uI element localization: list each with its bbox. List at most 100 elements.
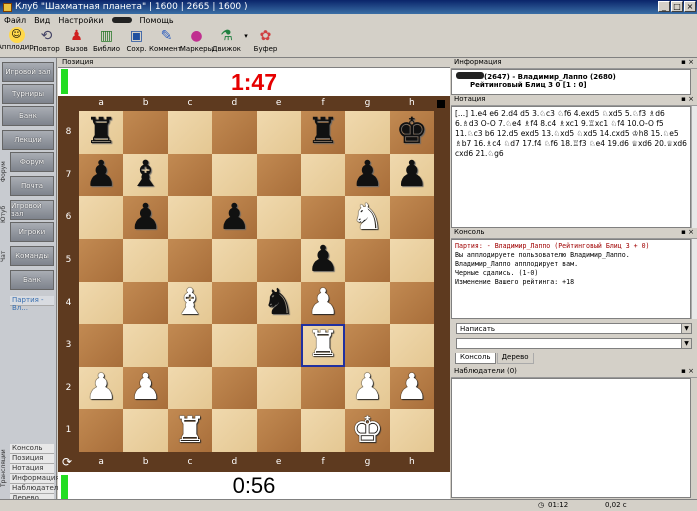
black-pawn-icon[interactable]: ♟ [218,197,250,238]
square-h7[interactable]: ♟ [389,153,434,197]
square-b6[interactable]: ♟ [123,196,168,239]
sidebar-current-game[interactable]: Партия - Вл... [10,296,54,312]
square-h5[interactable] [389,238,434,282]
sidebar-bank[interactable]: Банк [2,106,54,126]
console-input[interactable]: ▼ [456,338,692,349]
square-d4[interactable] [212,281,257,325]
square-c7[interactable] [167,153,213,197]
sidebar-game-hall[interactable]: Игровой зал [2,62,54,82]
sidebar-players[interactable]: Игроки [10,222,54,242]
square-d8[interactable] [212,111,257,154]
close-button[interactable]: × [684,1,696,12]
menu-view[interactable]: Вид [34,16,50,25]
notation-scrollbar[interactable] [691,106,697,228]
square-d3[interactable] [212,324,257,367]
white-pawn-icon[interactable]: ♟ [85,368,117,408]
square-f8[interactable]: ♜ [300,111,346,154]
buffer-button[interactable]: ✿ Буфер [251,26,280,56]
minimize-button[interactable]: _ [658,1,670,12]
black-rook-icon[interactable]: ♜ [307,112,339,152]
white-pawn-icon[interactable]: ♟ [351,368,383,408]
observers-close-icon[interactable]: ▪ × [681,367,694,375]
black-rook-icon[interactable]: ♜ [85,112,117,152]
square-g7[interactable]: ♟ [345,153,390,197]
sidebar-observers[interactable]: Наблюдатели [10,484,63,494]
square-a3[interactable] [79,324,124,367]
square-g6[interactable]: ♞ [345,196,390,239]
console-action-select[interactable]: Написать ▼ [456,323,692,334]
menu-redacted[interactable] [111,17,132,23]
square-g4[interactable] [345,281,390,325]
square-a1[interactable] [79,409,124,452]
info-close-icon[interactable]: ▪ × [681,58,694,66]
menu-file[interactable]: Файл [4,16,26,25]
white-king-icon[interactable]: ♚ [351,410,383,451]
chevron-down-icon[interactable]: ▼ [681,339,691,348]
flip-board-icon[interactable]: ⟳ [62,455,72,469]
square-a2[interactable]: ♟ [79,366,124,410]
tab-console[interactable]: Консоль [455,353,496,364]
square-e1[interactable] [256,409,301,452]
white-pawn-icon[interactable]: ♟ [129,368,161,408]
square-g8[interactable] [345,111,390,154]
challenge-button[interactable]: ♟ Вызов [62,26,91,56]
comment-button[interactable]: ✎ Коммент. [149,26,184,56]
library-button[interactable]: ▥ Библио [92,26,121,56]
white-rook-icon[interactable]: ♜ [174,410,206,451]
white-pawn-icon[interactable]: ♟ [396,368,428,408]
square-c4[interactable]: ♝ [167,281,213,325]
square-h1[interactable] [389,409,434,452]
black-pawn-icon[interactable]: ♟ [351,154,383,195]
square-c6[interactable] [167,196,213,239]
black-pawn-icon[interactable]: ♟ [307,240,339,280]
sidebar-mail[interactable]: Почта [10,176,54,196]
vtab-broadcasts[interactable]: Трансляции [0,438,9,498]
vtab-chat[interactable]: Чат [0,236,9,276]
square-h4[interactable] [389,281,434,325]
square-g1[interactable]: ♚ [345,409,390,452]
square-h2[interactable]: ♟ [389,366,434,410]
sidebar-console[interactable]: Консоль [10,444,54,454]
square-b3[interactable] [123,324,168,367]
vtab-forum[interactable]: Форум [0,152,9,192]
sidebar-lectures[interactable]: Лекции [2,130,54,150]
square-e7[interactable] [256,153,301,197]
square-b8[interactable] [123,111,168,154]
markers-button[interactable]: ● Маркеры [180,26,213,56]
black-king-icon[interactable]: ♚ [396,112,428,152]
square-g3[interactable] [345,324,390,367]
square-d5[interactable] [212,238,257,282]
sidebar-tournaments[interactable]: Турниры [2,84,54,104]
square-h6[interactable] [389,196,434,239]
square-b5[interactable] [123,238,168,282]
square-b1[interactable] [123,409,168,452]
square-d2[interactable] [212,366,257,410]
sidebar-teams[interactable]: Команды [10,246,54,266]
square-b4[interactable] [123,281,168,325]
sidebar-game-hall-2[interactable]: Игровой зал [10,200,54,220]
chevron-down-icon[interactable]: ▼ [681,324,691,333]
square-a7[interactable]: ♟ [79,153,124,197]
square-c5[interactable] [167,238,213,282]
square-a6[interactable] [79,196,124,239]
sidebar-bank-2[interactable]: Банк [10,270,54,290]
white-bishop-icon[interactable]: ♝ [174,282,206,323]
black-pawn-icon[interactable]: ♟ [396,154,428,195]
tab-tree[interactable]: Дерево [496,353,534,364]
square-g5[interactable] [345,238,390,282]
square-f3[interactable]: ♜ [300,324,346,367]
save-button[interactable]: ▣ Сохр. [122,26,151,56]
white-knight-icon[interactable]: ♞ [351,197,383,238]
square-e2[interactable] [256,366,301,410]
square-f6[interactable] [300,196,346,239]
square-e6[interactable] [256,196,301,239]
square-f5[interactable]: ♟ [300,238,346,282]
square-b7[interactable]: ♝ [123,153,168,197]
engine-dropdown[interactable]: ▾ [242,26,250,56]
sidebar-notation[interactable]: Нотация [10,464,54,474]
square-d7[interactable] [212,153,257,197]
sidebar-position[interactable]: Позиция [10,454,54,464]
black-bishop-icon[interactable]: ♝ [129,154,161,195]
square-h3[interactable] [389,324,434,367]
square-c2[interactable] [167,366,213,410]
